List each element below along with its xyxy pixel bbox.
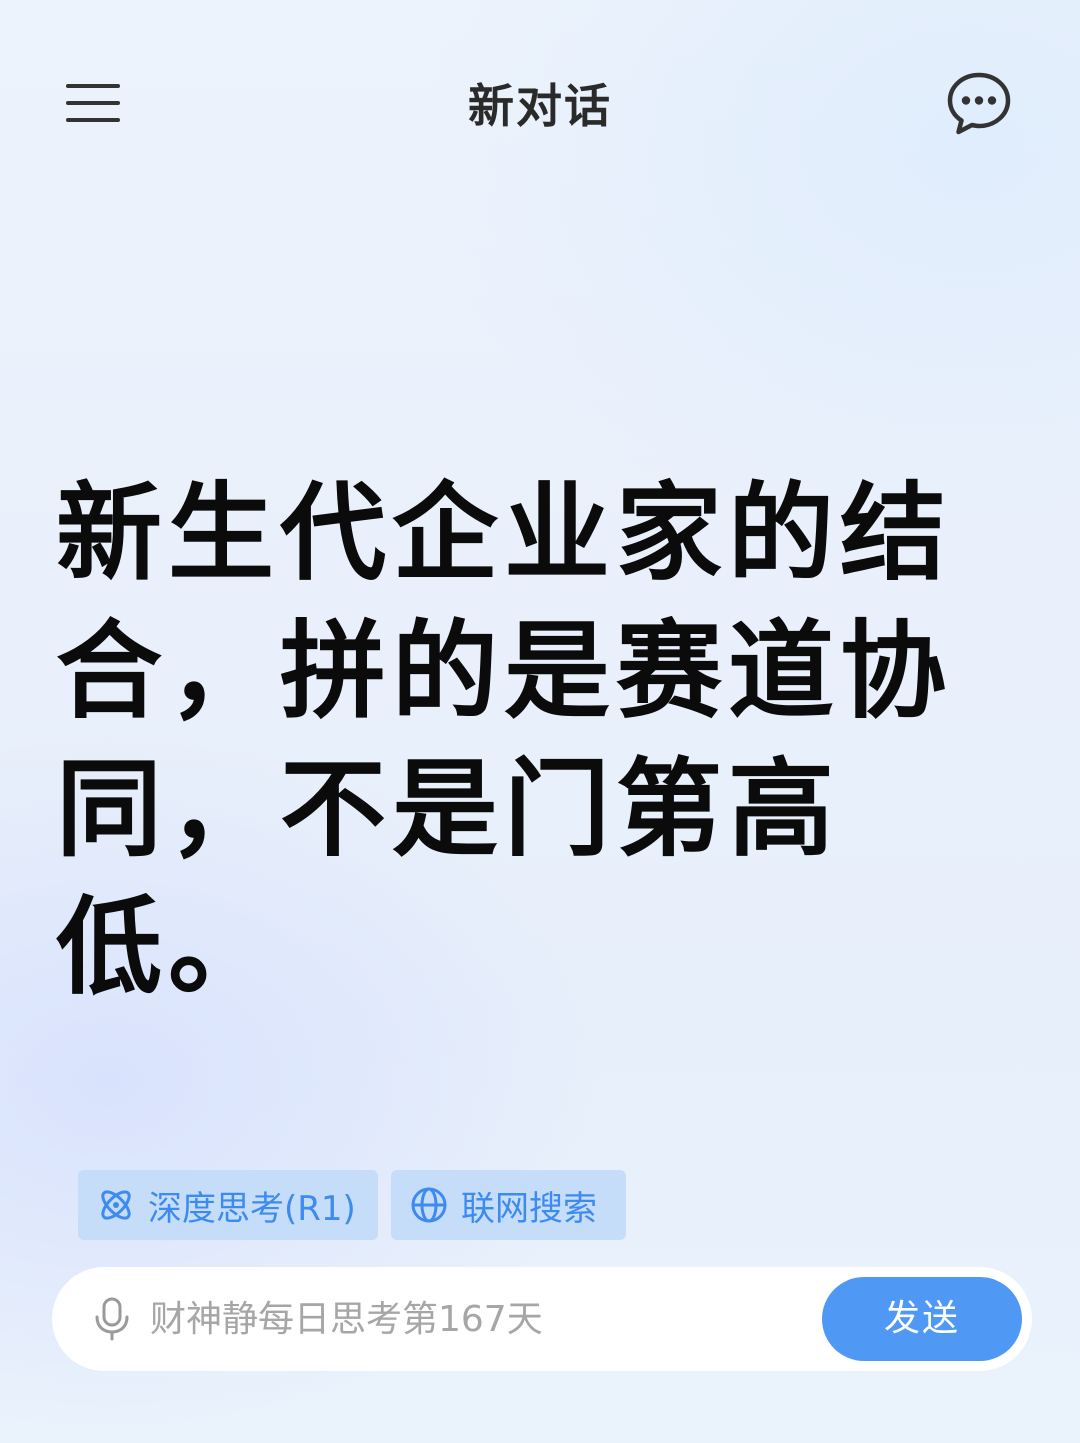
deep-think-label: 深度思考(R1) xyxy=(148,1188,356,1229)
new-chat-button[interactable] xyxy=(944,68,1014,138)
page-title: 新对话 xyxy=(468,79,612,133)
web-search-label: 联网搜索 xyxy=(461,1188,597,1229)
chat-bubble-icon xyxy=(947,72,1011,135)
microphone-icon[interactable] xyxy=(92,1297,132,1341)
top-bar: 新对话 xyxy=(0,0,1080,205)
message-input[interactable] xyxy=(150,1289,800,1349)
message-composer: 发送 xyxy=(52,1267,1032,1371)
deep-think-toggle[interactable]: 深度思考(R1) xyxy=(78,1170,378,1240)
headline-text: 新生代企业家的结 合，拼的是赛道协 同，不是门第高低。 xyxy=(56,465,1016,1017)
globe-icon xyxy=(409,1185,449,1225)
atom-icon xyxy=(96,1185,136,1225)
headline-line-1: 新生代企业家的结 xyxy=(56,472,952,595)
headline-line-2: 合，拼的是赛道协 xyxy=(56,610,952,733)
send-button[interactable]: 发送 xyxy=(822,1277,1022,1361)
web-search-toggle[interactable]: 联网搜索 xyxy=(391,1170,626,1240)
headline-line-3: 同，不是门第高低。 xyxy=(56,748,840,1009)
